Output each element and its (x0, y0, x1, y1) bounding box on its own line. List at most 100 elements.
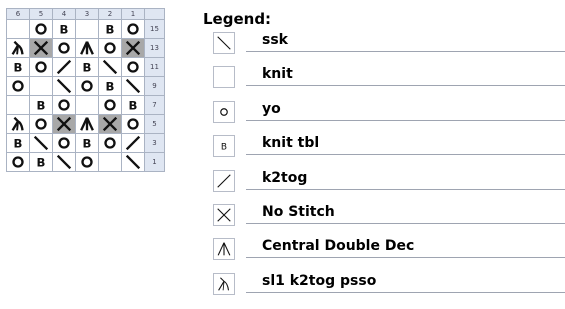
chart-cell-tbl: B (30, 96, 52, 114)
chart-cell-tbl: B (76, 134, 98, 152)
legend-divider (246, 223, 565, 224)
legend-divider (246, 257, 565, 259)
chart-cell-tbl: B (53, 20, 75, 38)
chart-cell-yo (53, 96, 75, 114)
cdd-icon (213, 238, 235, 261)
legend-label: sl1 k2tog psso (262, 272, 377, 289)
yo-icon (78, 77, 96, 95)
chart-cell-tbl: B (122, 96, 144, 114)
svg-text:B: B (83, 61, 92, 75)
svg-text:B: B (60, 23, 69, 37)
chart-cell-yo (7, 153, 29, 171)
yo-icon (32, 20, 50, 38)
column-number-2: 2 (99, 9, 121, 19)
chart-cell-nostitch (53, 115, 75, 133)
yo-icon (124, 58, 142, 76)
chart-cell-tbl: B (7, 134, 29, 152)
chart-cell-knit (76, 96, 98, 114)
chart-cell-yo (7, 77, 29, 95)
nostitch-icon (55, 115, 73, 133)
tbl-icon: B (55, 20, 73, 38)
ssk-icon (55, 77, 73, 95)
chart-cell-knit (7, 20, 29, 38)
chart-cell-yo (99, 39, 121, 57)
chart-cell-yo (76, 77, 98, 95)
knitting-chart: 6 5 4 3 2 1 B B 15 13 B B 11 B 9 B B 7 5 B B 3 B 1 (6, 8, 165, 172)
legend-label: Central Double Dec (262, 238, 415, 255)
yo-icon (101, 134, 119, 152)
svg-text:B: B (106, 80, 115, 94)
chart-cell-yo (30, 115, 52, 133)
k2tog-icon (55, 58, 73, 76)
yo-icon (78, 153, 96, 171)
nostitch-icon (213, 204, 235, 226)
chart-cell-nostitch (99, 115, 121, 133)
chart-cell-cdd (76, 115, 98, 133)
blank-icon (213, 66, 235, 89)
tbl-icon: B (32, 153, 50, 171)
row-number: 15 (145, 20, 164, 38)
column-number-5: 5 (30, 9, 52, 19)
tbl-icon: B (78, 58, 96, 76)
svg-text:B: B (14, 61, 23, 75)
yo-icon (124, 20, 142, 38)
chart-cell-nostitch (122, 39, 144, 57)
ssk-icon (32, 134, 50, 152)
legend-item: sl1 k2tog psso (213, 270, 565, 300)
ssk-icon (101, 58, 119, 76)
chart-cell-yo (53, 134, 75, 152)
legend-item: ssk (213, 29, 565, 59)
sl1k2togpsso-icon (9, 115, 27, 133)
chart-cell-tbl: B (99, 20, 121, 38)
chart-corner (145, 9, 164, 19)
column-number-1: 1 (122, 9, 144, 19)
legend-label: k2tog (262, 169, 308, 186)
ssk-icon (213, 32, 235, 54)
tbl-icon: B (213, 135, 235, 158)
tbl-icon: B (124, 96, 142, 114)
sl1k2togpsso-icon (213, 272, 235, 295)
chart-cell-k2tog (53, 58, 75, 76)
column-number-6: 6 (7, 9, 29, 19)
chart-cell-yo (122, 115, 144, 133)
row-number: 7 (145, 96, 164, 114)
chart-cell-ssk (99, 58, 121, 76)
yo-icon (55, 39, 73, 57)
chart-cell-sl1k2togpsso (7, 39, 29, 57)
ssk-icon (55, 153, 73, 171)
column-number-3: 3 (76, 9, 98, 19)
yo-icon (213, 100, 235, 123)
chart-cell-ssk (122, 77, 144, 95)
chart-cell-tbl: B (76, 58, 98, 76)
k2tog-icon (124, 134, 142, 152)
chart-cell-knit (30, 77, 52, 95)
nostitch-icon (124, 39, 142, 57)
legend-item: Bknit tbl (213, 132, 565, 162)
legend-item: knit (213, 63, 565, 93)
yo-icon (32, 115, 50, 133)
tbl-icon: B (9, 58, 27, 76)
legend-label: knit tbl (262, 135, 320, 152)
chart-cell-cdd (76, 39, 98, 57)
yo-icon (124, 115, 142, 133)
chart-cell-ssk (53, 153, 75, 171)
row-number: 11 (145, 58, 164, 76)
legend-item: No Stitch (213, 201, 565, 231)
chart-cell-k2tog (122, 134, 144, 152)
nostitch-icon (32, 39, 50, 57)
column-number-4: 4 (53, 9, 75, 19)
chart-cell-yo (99, 134, 121, 152)
yo-icon (55, 134, 73, 152)
svg-text:B: B (14, 137, 23, 151)
chart-cell-nostitch (30, 39, 52, 57)
ssk-icon (124, 77, 142, 95)
chart-cell-yo (122, 20, 144, 38)
chart-cell-yo (76, 153, 98, 171)
svg-text:B: B (106, 23, 115, 37)
legend-title: Legend: (203, 10, 272, 28)
row-number: 3 (145, 134, 164, 152)
chart-cell-tbl: B (30, 153, 52, 171)
svg-text:B: B (37, 99, 46, 113)
chart-cell-knit (7, 96, 29, 114)
chart-cell-yo (122, 58, 144, 76)
